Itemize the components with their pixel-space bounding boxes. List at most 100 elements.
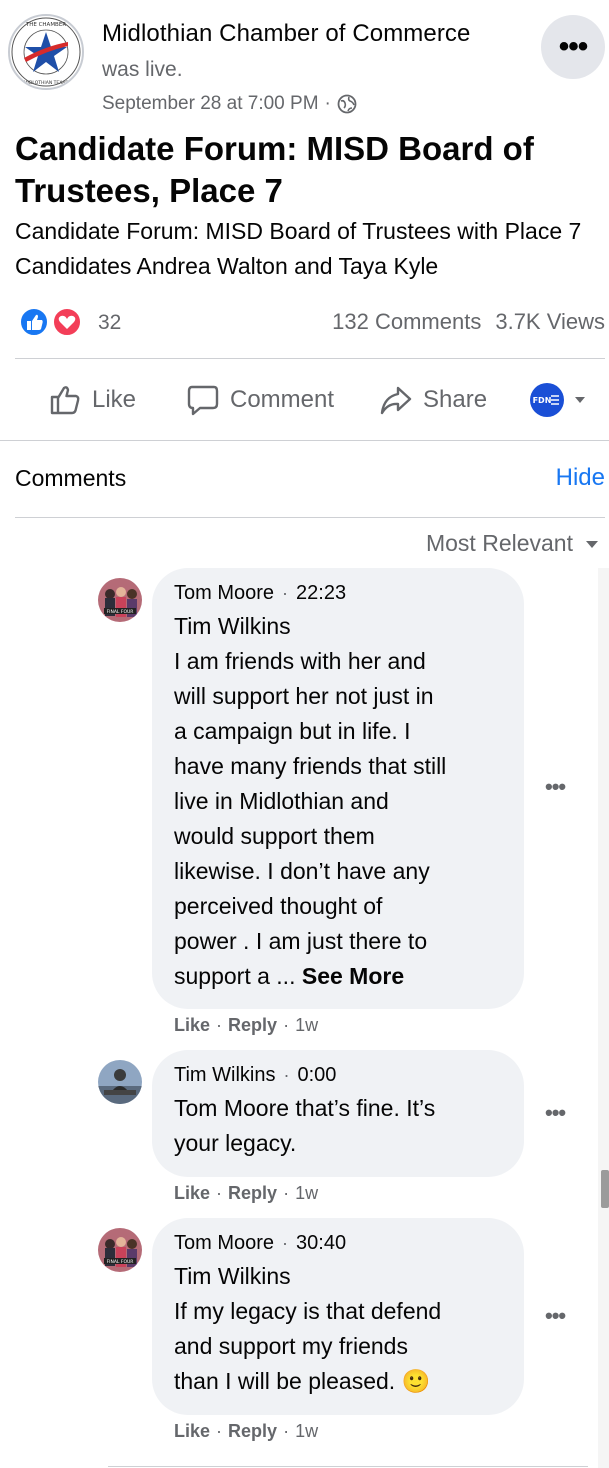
comment-bubble-icon [187, 385, 219, 416]
comment-line: I am friends with her and [174, 648, 426, 674]
like-button[interactable]: Like [48, 382, 136, 418]
comment-like-button[interactable]: Like [174, 1183, 210, 1204]
comment-line: support a ... See More [174, 959, 502, 994]
comment-line: power . I am just there to [174, 928, 428, 954]
comment-bubble: Tim Wilkins · 0:00 Tom Moore that’s fine… [152, 1050, 524, 1177]
comment-line: perceived thought of [174, 893, 383, 919]
mention-tag[interactable]: Tim Wilkins [174, 1259, 502, 1294]
ellipsis-icon: ••• [545, 774, 566, 799]
avatar[interactable]: FINAL FOUR [98, 578, 142, 622]
page-name[interactable]: Midlothian Chamber of Commerce [102, 20, 470, 48]
mention-tag[interactable]: Tom Moore [174, 1095, 289, 1121]
comment-line: would support them [174, 823, 375, 849]
live-status: was live. [102, 58, 183, 81]
like-label: Like [92, 386, 137, 413]
post-more-button[interactable]: ••• [541, 15, 605, 79]
profile-switcher[interactable]: FDN [529, 382, 587, 418]
ellipsis-icon: ••• [545, 1303, 566, 1328]
comment-bubble: Tom Moore · 22:23 Tim Wilkins I am frien… [152, 568, 524, 1009]
video-timestamp[interactable]: 0:00 [297, 1064, 336, 1087]
comment-reply-button[interactable]: Reply [228, 1015, 277, 1036]
separator-dot: · [283, 1015, 290, 1035]
post-action-bar: Like Comment Share FDN [0, 360, 609, 440]
post-date[interactable]: September 28 at 7:00 PM [102, 93, 319, 115]
engagement-counts: 132 Comments 3.7K Views [332, 309, 605, 335]
comment-options-button[interactable]: ••• [545, 1100, 566, 1126]
comment-reply-button[interactable]: Reply [228, 1183, 277, 1204]
share-label: Share [423, 386, 488, 413]
thumbs-up-icon [50, 386, 80, 415]
svg-text:FINAL FOUR: FINAL FOUR [107, 1259, 134, 1265]
comment-actions: Like · Reply · 1w [174, 1015, 318, 1036]
see-more-link[interactable]: See More [302, 963, 404, 989]
video-timestamp[interactable]: 30:40 [296, 1232, 346, 1255]
post-stats: 32 132 Comments 3.7K Views [0, 300, 609, 344]
comment-reply-button[interactable]: Reply [228, 1421, 277, 1442]
comment-line: and support my friends [174, 1333, 408, 1359]
comment-options-button[interactable]: ••• [545, 774, 566, 800]
separator-dot: · [282, 1233, 289, 1253]
comment-author[interactable]: Tim Wilkins [174, 1064, 275, 1087]
comment-author[interactable]: Tom Moore [174, 1232, 274, 1255]
separator-dot: · [283, 1065, 290, 1085]
comment-like-button[interactable]: Like [174, 1015, 210, 1036]
separator-dot: · [216, 1421, 223, 1441]
post-timestamp[interactable]: September 28 at 7:00 PM · [102, 93, 357, 115]
share-arrow-icon [380, 386, 412, 415]
ellipsis-icon: ••• [558, 30, 588, 63]
svg-text:THE CHAMBER: THE CHAMBER [25, 22, 66, 28]
svg-text:MIDLOTHIAN TEXAS: MIDLOTHIAN TEXAS [24, 80, 69, 86]
ellipsis-icon: ••• [545, 1100, 566, 1125]
comments-title: Comments [15, 465, 127, 491]
comment-text: Tom Moore that’s fine. It’s your legacy. [174, 1091, 502, 1161]
hide-comments-link[interactable]: Hide [556, 464, 605, 492]
caret-down-icon [586, 540, 598, 548]
post-description: Candidate Forum: MISD Board of Trustees … [15, 218, 582, 279]
reaction-icons[interactable] [17, 307, 87, 337]
chamber-logo: THE CHAMBER MIDLOTHIAN TEXAS [11, 17, 81, 87]
reaction-count[interactable]: 32 [98, 311, 121, 335]
comment-line: likewise. I don’t have any [174, 858, 430, 884]
comments-header: Comments Hide [0, 441, 609, 518]
avatar[interactable]: FINAL FOUR [98, 1228, 142, 1272]
comment-line: your legacy. [174, 1130, 297, 1156]
scrollbar-thumb[interactable] [601, 1170, 609, 1208]
comment-line: will support her not just in [174, 683, 434, 709]
avatar[interactable] [98, 1060, 142, 1104]
page-avatar[interactable]: THE CHAMBER MIDLOTHIAN TEXAS [8, 14, 84, 90]
comment-options-button[interactable]: ••• [545, 1303, 566, 1329]
comment-text: I am friends with her and will support h… [174, 644, 502, 994]
share-button[interactable]: Share [379, 382, 487, 418]
comment-line: than I will be pleased. 🙂 [174, 1368, 431, 1394]
comment-button[interactable]: Comment [186, 382, 334, 418]
comment-age[interactable]: 1w [295, 1183, 318, 1204]
comment-age[interactable]: 1w [295, 1015, 318, 1036]
separator-dot: · [216, 1183, 223, 1203]
comment-age[interactable]: 1w [295, 1421, 318, 1442]
views-count: 3.7K Views [495, 309, 605, 334]
post-header: THE CHAMBER MIDLOTHIAN TEXAS Midlothian … [0, 0, 609, 125]
comment-sort-dropdown[interactable]: Most Relevant [426, 530, 599, 557]
video-timestamp[interactable]: 22:23 [296, 582, 346, 605]
comment-author[interactable]: Tom Moore [174, 582, 274, 605]
comment-like-button[interactable]: Like [174, 1421, 210, 1442]
separator-dot: · [324, 93, 331, 114]
comment-line: live in Midlothian and [174, 788, 389, 814]
comment-line-end: support a ... [174, 963, 296, 989]
post-title: Candidate Forum: MISD Board of Trustees,… [15, 130, 534, 209]
comment-label: Comment [230, 386, 335, 413]
mention-tag[interactable]: Tim Wilkins [174, 609, 502, 644]
caret-down-icon [575, 397, 585, 403]
divider [15, 517, 605, 518]
comment-line: If my legacy is that defend [174, 1298, 442, 1324]
separator-dot: · [282, 583, 289, 603]
scrollbar-track[interactable] [598, 568, 609, 1468]
divider [108, 1466, 588, 1467]
comment-line: Tom Moore that’s fine. It’s [174, 1091, 502, 1126]
comment-actions: Like · Reply · 1w [174, 1421, 318, 1442]
svg-text:FINAL FOUR: FINAL FOUR [107, 609, 134, 615]
comment-line: a campaign but in life. I [174, 718, 411, 744]
comment-line: have many friends that still [174, 753, 447, 779]
comments-count[interactable]: 132 Comments [332, 309, 481, 335]
globe-icon [337, 94, 357, 114]
